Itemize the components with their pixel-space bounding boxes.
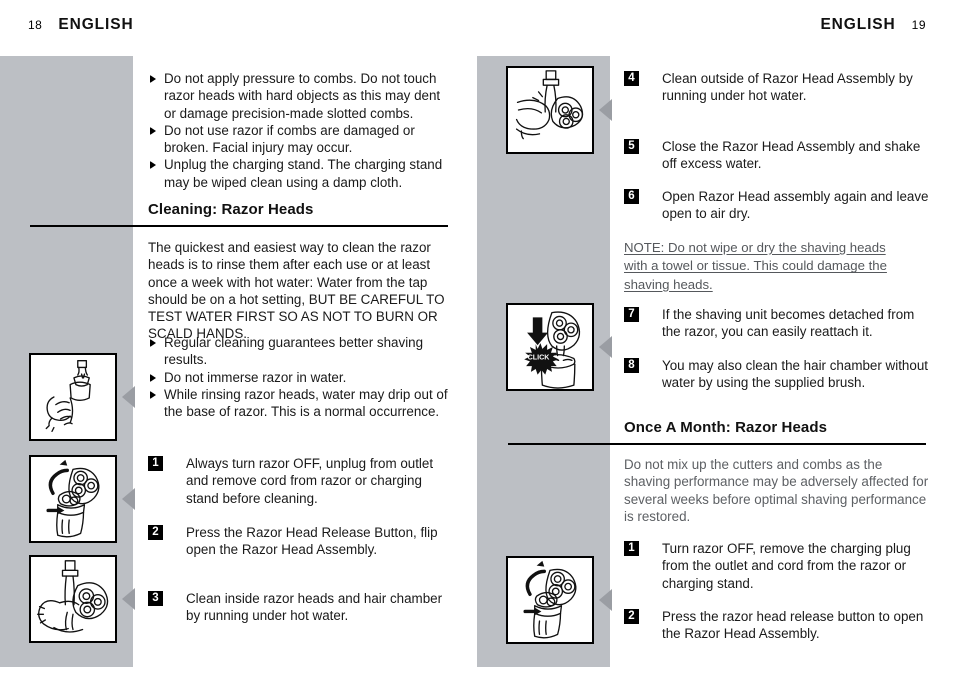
left-page-header: 18 ENGLISH	[28, 17, 134, 39]
list-item: Regular cleaning guarantees better shavi…	[148, 334, 453, 369]
note-text: NOTE: Do not wipe or dry the shaving hea…	[624, 240, 887, 292]
figure-open-razor-head-assembly	[506, 556, 594, 644]
right-page-header: ENGLISH 19	[820, 17, 926, 39]
body-paragraph: Do not mix up the cutters and combs as t…	[624, 457, 929, 524]
figure-pointer-arrow-icon	[599, 589, 612, 611]
cleaning-intro-paragraph: The quickest and easiest way to clean th…	[148, 239, 453, 343]
figure-pointer-arrow-icon	[122, 386, 135, 408]
figure-rinse-outside-razor-head	[506, 66, 594, 154]
figure-flip-open-razor-head	[29, 455, 117, 543]
step-text: Open Razor Head assembly again and leave…	[662, 189, 929, 222]
month-step-2: 2 Press the razor head release button to…	[624, 608, 929, 643]
section-rule	[30, 225, 448, 227]
figure-pointer-arrow-icon	[122, 588, 135, 610]
cleaning-note: NOTE: Do not wipe or dry the shaving hea…	[624, 239, 904, 294]
cleaning-step-4: 4 Clean outside of Razor Head Assembly b…	[624, 70, 929, 105]
list-item: Do not apply pressure to combs. Do not t…	[148, 70, 453, 122]
step-text: Press the razor head release button to o…	[662, 609, 924, 642]
cleaning-step-2: 2 Press the Razor Head Release Button, f…	[148, 524, 458, 559]
step-number-badge: 7	[624, 307, 639, 322]
step-text: Clean inside razor heads and hair chambe…	[186, 591, 443, 624]
step-text: Always turn razor OFF, unplug from outle…	[186, 456, 434, 506]
body-paragraph: The quickest and easiest way to clean th…	[148, 240, 445, 342]
section-rule	[508, 443, 926, 445]
step-text: Clean outside of Razor Head Assembly by …	[662, 71, 913, 104]
reattach-step-8: 8 You may also clean the hair chamber wi…	[624, 357, 929, 392]
cleaning-tips-bullets: Regular cleaning guarantees better shavi…	[148, 334, 453, 420]
once-a-month-intro-paragraph: Do not mix up the cutters and combs as t…	[624, 456, 929, 525]
cleaning-step-5: 5 Close the Razor Head Assembly and shak…	[624, 138, 929, 173]
page-title: Once A Month: Razor Heads	[624, 419, 828, 436]
figure-click-reattach-shaving-unit: CLICK	[506, 303, 594, 391]
step-text: Close the Razor Head Assembly and shake …	[662, 139, 921, 172]
step-number-badge: 3	[148, 591, 163, 606]
list-item: Unplug the charging stand. The charging …	[148, 156, 453, 191]
step-number-badge: 1	[148, 456, 163, 471]
figure-pointer-arrow-icon	[599, 99, 612, 121]
list-item: Do not immerse razor in water.	[148, 369, 453, 386]
figure-hand-holding-razor-under-tap	[29, 353, 117, 441]
figure-rinse-inside-razor-heads	[29, 555, 117, 643]
right-page-running-head: ENGLISH	[820, 16, 896, 33]
cleaning-step-1: 1 Always turn razor OFF, unplug from out…	[148, 455, 458, 507]
cleaning-step-3: 3 Clean inside razor heads and hair cham…	[148, 590, 458, 625]
step-text: Press the Razor Head Release Button, fli…	[186, 525, 438, 558]
step-number-badge: 4	[624, 71, 639, 86]
right-page-folio: 19	[911, 18, 926, 32]
step-number-badge: 5	[624, 139, 639, 154]
left-page-folio: 18	[28, 18, 43, 32]
month-step-1: 1 Turn razor OFF, remove the charging pl…	[624, 540, 929, 592]
list-item: While rinsing razor heads, water may dri…	[148, 386, 453, 421]
manual-page-spread: 18 ENGLISH ENGLISH 19 CLICK Do not apply…	[0, 0, 954, 673]
step-text: Turn razor OFF, remove the charging plug…	[662, 541, 911, 591]
step-number-badge: 1	[624, 541, 639, 556]
list-item: Do not use razor if combs are damaged or…	[148, 122, 453, 157]
step-number-badge: 2	[148, 525, 163, 540]
page-title: Cleaning: Razor Heads	[148, 201, 314, 218]
cleaning-step-6: 6 Open Razor Head assembly again and lea…	[624, 188, 929, 223]
step-number-badge: 6	[624, 189, 639, 204]
step-number-badge: 8	[624, 358, 639, 373]
left-page-running-head: ENGLISH	[58, 16, 134, 33]
figure-pointer-arrow-icon	[599, 336, 612, 358]
reattach-step-7: 7 If the shaving unit becomes detached f…	[624, 306, 929, 341]
step-text: If the shaving unit becomes detached fro…	[662, 307, 915, 340]
svg-text:CLICK: CLICK	[528, 353, 551, 361]
step-number-badge: 2	[624, 609, 639, 624]
left-warning-bullets: Do not apply pressure to combs. Do not t…	[148, 70, 453, 191]
step-text: You may also clean the hair chamber with…	[662, 358, 928, 391]
figure-pointer-arrow-icon	[122, 488, 135, 510]
cleaning-section-heading-wrap: Cleaning: Razor Heads	[148, 201, 453, 218]
once-a-month-heading-wrap: Once A Month: Razor Heads	[624, 419, 929, 436]
